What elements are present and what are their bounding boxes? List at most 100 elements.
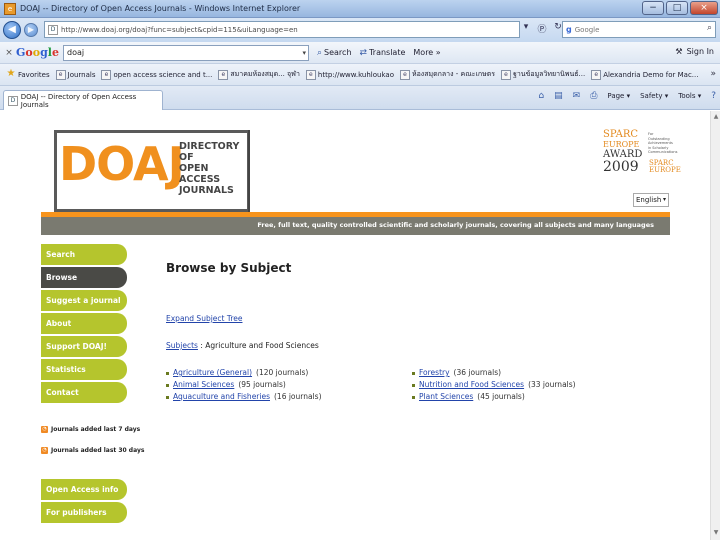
close-button[interactable]: × xyxy=(690,1,718,15)
page-favicon-icon: D xyxy=(8,95,18,106)
breadcrumb-current: Agriculture and Food Sciences xyxy=(205,341,319,350)
secondary-nav: Open Access info For publishers xyxy=(41,479,127,525)
google-query-text: doaj xyxy=(66,47,85,57)
more-button[interactable]: More » xyxy=(413,48,440,57)
feeds-icon[interactable]: ▤ xyxy=(554,91,563,101)
nav-support[interactable]: Support DOAJ! xyxy=(41,336,127,357)
bullet-icon xyxy=(412,383,415,387)
ie-page-icon: e xyxy=(591,69,602,80)
home-icon[interactable]: ⌂ xyxy=(538,91,544,101)
scroll-up-icon[interactable]: ▲ xyxy=(712,113,720,120)
ie-search-box[interactable]: g Google ⌕ xyxy=(562,21,716,38)
journal-count: (95 journals) xyxy=(238,380,286,389)
rss-icon: ◔ xyxy=(41,426,48,433)
search-icon[interactable]: ⌕ xyxy=(707,23,712,33)
bullet-icon xyxy=(166,371,169,375)
breadcrumb-subjects-link[interactable]: Subjects xyxy=(166,341,198,350)
sparc-award-badge: SPARC EUROPE AWARD 2009 For Outstanding … xyxy=(603,129,681,175)
google-search-button[interactable]: ⌕ Search xyxy=(317,48,352,58)
ie-search-placeholder[interactable]: Google xyxy=(575,26,600,34)
list-item: Forestry (36 journals) xyxy=(412,367,576,379)
favorite-item[interactable]: e ห้องสมุดกลาง - คณะเกษตร xyxy=(399,69,495,80)
subject-list-right: Forestry (36 journals) Nutrition and Foo… xyxy=(412,367,576,403)
print-icon[interactable]: ⎙ xyxy=(590,91,597,101)
favorite-label: http://www.kuhloukao xyxy=(317,70,394,79)
rss-icon: ◔ xyxy=(41,447,48,454)
nav-contact[interactable]: Contact xyxy=(41,382,127,403)
subject-link[interactable]: Nutrition and Food Sciences xyxy=(419,379,524,391)
search-icon: ⌕ xyxy=(316,47,323,58)
nav-open-access-info[interactable]: Open Access info xyxy=(41,479,127,500)
nav-suggest-journal[interactable]: Suggest a journal xyxy=(41,290,127,311)
main-nav: Search Browse Suggest a journal About Su… xyxy=(41,244,127,405)
close-toolbar-icon[interactable]: × xyxy=(2,48,16,58)
feed-label: Journals added last 30 days xyxy=(51,447,145,454)
bullet-icon xyxy=(412,371,415,375)
nav-search[interactable]: Search xyxy=(41,244,127,265)
address-toolbar: ◀ ▶ D http://www.doaj.org/doaj?func=subj… xyxy=(0,18,720,42)
back-button[interactable]: ◀ xyxy=(3,21,21,39)
language-select[interactable]: English ▾ xyxy=(633,193,669,207)
favorite-item[interactable]: e สมาคมห้องสมุด... จุฬา xyxy=(218,69,300,80)
nav-for-publishers[interactable]: For publishers xyxy=(41,502,127,523)
list-item: Nutrition and Food Sciences (33 journals… xyxy=(412,379,576,391)
scroll-down-icon[interactable]: ▼ xyxy=(712,529,720,536)
journal-count: (120 journals) xyxy=(256,368,309,377)
vertical-scrollbar[interactable]: ▲ ▼ xyxy=(710,111,720,540)
favorite-label: ฐานข้อมูลวิทยานิพนธ์... xyxy=(513,70,586,78)
safety-menu[interactable]: Safety ▾ xyxy=(640,92,668,100)
google-search-input[interactable]: doaj ▾ xyxy=(62,44,309,61)
doaj-logo[interactable]: DOAJ DIRECTORY OF OPEN ACCESS JOURNALS xyxy=(54,130,250,212)
nav-browse[interactable]: Browse xyxy=(41,267,127,288)
chevron-down-icon: ▾ xyxy=(662,196,666,203)
favorite-item[interactable]: e http://www.kuhloukao xyxy=(305,69,394,80)
minimize-button[interactable]: − xyxy=(642,1,664,15)
favorite-item[interactable]: e ฐานข้อมูลวิทยานิพนธ์... xyxy=(501,69,585,80)
address-dropdown-icon[interactable]: ▾ xyxy=(520,22,532,35)
list-item: Plant Sciences (45 journals) xyxy=(412,391,576,403)
forward-button[interactable]: ▶ xyxy=(24,23,38,37)
tools-menu[interactable]: Tools ▾ xyxy=(678,92,701,100)
journal-count: (45 journals) xyxy=(477,392,525,401)
chevron-down-icon[interactable]: ▾ xyxy=(302,46,306,60)
ie-page-icon: e xyxy=(101,69,112,80)
feed-last-7-days[interactable]: ◔ Journals added last 7 days xyxy=(41,426,140,433)
more-label: More » xyxy=(413,48,441,57)
tagline-band: Free, full text, quality controlled scie… xyxy=(41,217,670,235)
address-url[interactable]: http://www.doaj.org/doaj?func=subject&cp… xyxy=(61,26,298,34)
subject-link[interactable]: Aquaculture and Fisheries xyxy=(173,391,270,403)
subject-link[interactable]: Plant Sciences xyxy=(419,391,473,403)
address-bar[interactable]: D http://www.doaj.org/doaj?func=subject&… xyxy=(44,21,520,38)
mail-icon[interactable]: ✉ xyxy=(573,91,581,101)
favorites-overflow-icon[interactable]: » xyxy=(710,69,716,79)
translate-button[interactable]: ⇄ Translate xyxy=(360,48,406,58)
subject-link[interactable]: Forestry xyxy=(419,367,450,379)
list-item: Animal Sciences (95 journals) xyxy=(166,379,322,391)
tab-doaj[interactable]: D DOAJ -- Directory of Open Access Journ… xyxy=(3,90,163,110)
feed-label: Journals added last 7 days xyxy=(51,426,141,433)
compat-view-icon[interactable]: Ⓟ xyxy=(536,22,548,35)
expand-subject-tree-link[interactable]: Expand Subject Tree xyxy=(166,314,242,323)
window-titlebar: e DOAJ -- Directory of Open Access Journ… xyxy=(0,0,720,18)
favorite-item[interactable]: e Alexandria Demo for Mac... xyxy=(591,69,698,80)
favorite-item[interactable]: e Journals xyxy=(55,69,95,80)
subject-link[interactable]: Animal Sciences xyxy=(173,379,234,391)
favorite-label: open access science and t... xyxy=(113,70,213,79)
favorites-button[interactable]: ★ Favorites xyxy=(6,68,50,80)
help-icon[interactable]: ? xyxy=(711,91,716,101)
journal-count: (16 journals) xyxy=(274,392,322,401)
page-menu[interactable]: Page ▾ xyxy=(607,92,630,100)
favorite-label: สมาคมห้องสมุด... จุฬา xyxy=(230,70,300,78)
favorites-label: Favorites xyxy=(18,70,50,79)
nav-about[interactable]: About xyxy=(41,313,127,334)
translate-label: Translate xyxy=(369,48,406,57)
main-content: Browse by Subject Expand Subject Tree Su… xyxy=(166,261,686,401)
doaj-header: DOAJ DIRECTORY OF OPEN ACCESS JOURNALS S… xyxy=(41,129,681,212)
nav-statistics[interactable]: Statistics xyxy=(41,359,127,380)
favorite-item[interactable]: e open access science and t... xyxy=(101,69,213,80)
feed-last-30-days[interactable]: ◔ Journals added last 30 days xyxy=(41,447,144,454)
wrench-icon[interactable]: ⚒ xyxy=(675,47,682,56)
maximize-button[interactable]: □ xyxy=(666,1,688,15)
subject-link[interactable]: Agriculture (General) xyxy=(173,367,252,379)
sign-in-link[interactable]: Sign In xyxy=(687,47,714,56)
